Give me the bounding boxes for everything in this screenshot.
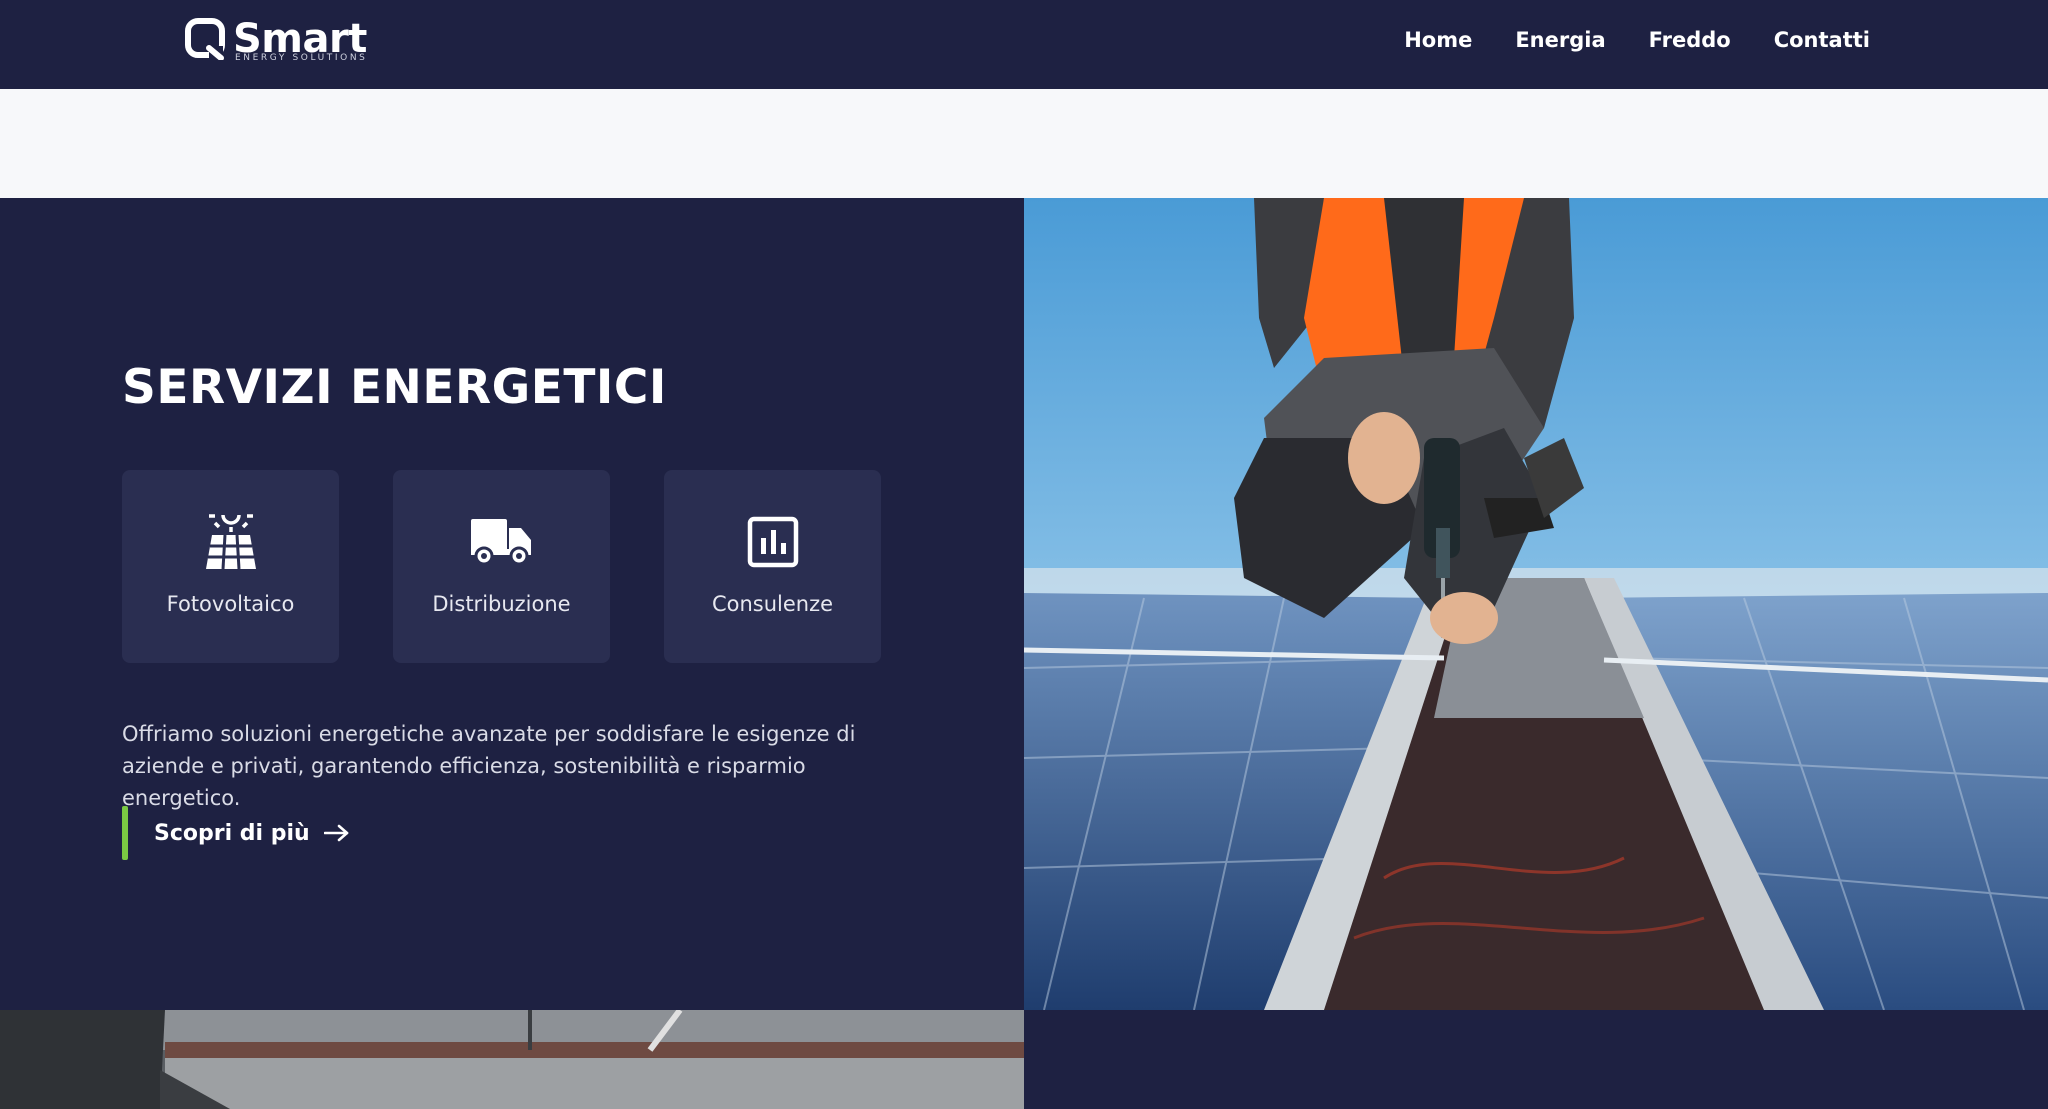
cta-label: Scopri di più: [154, 820, 310, 846]
nav-item-home[interactable]: Home: [1404, 28, 1472, 52]
service-card-fotovoltaico[interactable]: Fotovoltaico: [122, 470, 339, 663]
cta-accent-bar: [122, 806, 128, 860]
truck-icon: [470, 519, 531, 565]
nav-item-contatti[interactable]: Contatti: [1774, 28, 1870, 52]
hero-photo-solar-installer: [1024, 198, 2048, 1010]
site-header: Smart ENERGY SOLUTIONS Home Energia Fred…: [0, 0, 2048, 89]
chart-icon: [747, 516, 798, 568]
service-label: Fotovoltaico: [166, 592, 295, 616]
service-cards: Fotovoltaico Distribuzione Consulenze: [122, 470, 881, 663]
solar-panel-icon: [205, 514, 256, 570]
bottom-dark-section: [1024, 1010, 2048, 1109]
light-band: [0, 89, 2048, 198]
logo[interactable]: Smart ENERGY SOLUTIONS: [185, 18, 367, 66]
service-label: Distribuzione: [432, 592, 571, 616]
learn-more-button[interactable]: Scopri di più: [122, 806, 350, 860]
logo-mark-icon: [185, 18, 225, 60]
hero-description: Offriamo soluzioni energetiche avanzate …: [122, 722, 856, 810]
service-card-consulenze[interactable]: Consulenze: [664, 470, 881, 663]
page-title: SERVIZI ENERGETICI: [122, 360, 667, 415]
service-card-distribuzione[interactable]: Distribuzione: [393, 470, 610, 663]
arrow-right-icon: [323, 824, 349, 842]
nav-item-freddo[interactable]: Freddo: [1649, 28, 1731, 52]
logo-tagline: ENERGY SOLUTIONS: [235, 53, 368, 63]
nav-item-energia[interactable]: Energia: [1515, 28, 1605, 52]
main-nav: Home Energia Freddo Contatti: [1404, 28, 1870, 52]
secondary-photo-strip: [0, 1010, 1024, 1109]
service-label: Consulenze: [711, 592, 834, 616]
